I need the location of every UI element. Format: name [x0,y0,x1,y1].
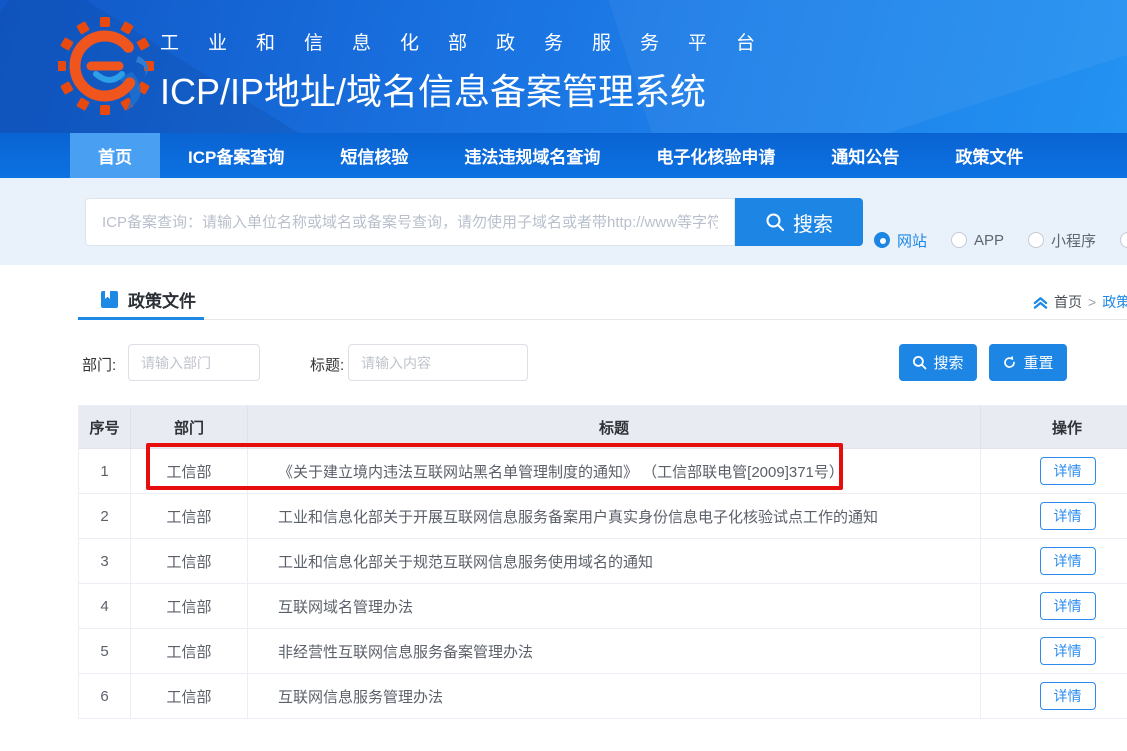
radio-label: 网站 [897,230,927,251]
header-dept: 部门 [131,406,248,448]
system-title: ICP/IP地址/域名信息备案管理系统 [160,63,784,115]
breadcrumb: 首页 > 政策文件 [1033,292,1127,312]
radio-icon [1028,232,1044,248]
row-action-cell: 详情 [981,539,1127,583]
row-index: 2 [79,494,131,538]
detail-button[interactable]: 详情 [1040,547,1096,575]
search-type-mini-program[interactable]: 小程序 [1028,230,1096,251]
nav-item-sms-verification[interactable]: 短信核验 [312,133,436,178]
row-action-cell: 详情 [981,584,1127,628]
section-active-underline [78,317,204,320]
row-index: 6 [79,674,131,718]
header-no: 序号 [79,406,131,448]
table-header-row: 序号 部门 标题 操作 [79,406,1127,449]
refresh-icon [1002,355,1017,370]
row-index: 5 [79,629,131,673]
filter-reset-label: 重置 [1023,352,1053,373]
nav-item-notices[interactable]: 通知公告 [803,133,927,178]
nav-item-e-verification-apply[interactable]: 电子化核验申请 [628,133,803,178]
radio-icon [874,232,890,248]
row-index: 1 [79,449,131,493]
row-action-cell: 详情 [981,494,1127,538]
home-icon [1033,295,1048,310]
table-row: 5 工信部 非经营性互联网信息服务备案管理办法 详情 [79,629,1127,674]
row-title: 互联网域名管理办法 [248,584,981,628]
nav-item-illegal-domain-query[interactable]: 违法违规域名查询 [436,133,628,178]
table-row: 2 工信部 工业和信息化部关于开展互联网信息服务备案用户真实身份信息电子化核验试… [79,494,1127,539]
row-index: 4 [79,584,131,628]
row-title: 工业和信息化部关于开展互联网信息服务备案用户真实身份信息电子化核验试点工作的通知 [248,494,981,538]
detail-button[interactable]: 详情 [1040,502,1096,530]
search-type-website[interactable]: 网站 [874,230,927,251]
row-title: 工业和信息化部关于规范互联网信息服务使用域名的通知 [248,539,981,583]
header-title: 标题 [248,406,981,448]
row-title: 非经营性互联网信息服务备案管理办法 [248,629,981,673]
magnifier-icon [912,355,927,370]
gear-e-logo-icon [58,16,158,116]
radio-label: 小程序 [1051,230,1096,251]
detail-button[interactable]: 详情 [1040,592,1096,620]
table-row: 1 工信部 《关于建立境内违法互联网站黑名单管理制度的通知》 （工信部联电管[2… [79,449,1127,494]
detail-button[interactable]: 详情 [1040,682,1096,710]
nav-item-policy-files[interactable]: 政策文件 [927,133,1051,178]
section-title: 政策文件 [128,287,196,312]
main-nav: 首页ICP备案查询短信核验违法违规域名查询电子化核验申请通知公告政策文件 [0,133,1127,178]
site-header: 工业和信息化部政务服务平台 ICP/IP地址/域名信息备案管理系统 [0,0,1127,133]
section-divider [78,319,1127,320]
radio-icon [951,232,967,248]
row-dept: 工信部 [131,674,248,718]
row-index: 3 [79,539,131,583]
table-row: 3 工信部 工业和信息化部关于规范互联网信息服务使用域名的通知 详情 [79,539,1127,584]
row-title: 互联网信息服务管理办法 [248,674,981,718]
breadcrumb-separator: > [1088,294,1096,310]
row-action-cell: 详情 [981,629,1127,673]
row-dept: 工信部 [131,539,248,583]
detail-button[interactable]: 详情 [1040,457,1096,485]
title-filter-input[interactable] [348,344,528,381]
filter-search-label: 搜索 [933,352,963,373]
search-type-radio-group: 网站 APP 小程序 快应用 [874,226,1127,254]
search-type-app[interactable]: APP [951,232,1004,249]
radio-icon [1120,232,1127,248]
filter-search-button[interactable]: 搜索 [899,344,977,381]
title-filter-label: 标题: [310,354,344,375]
filter-reset-button[interactable]: 重置 [989,344,1067,381]
nav-item-icp-record-query[interactable]: ICP备案查询 [160,133,312,178]
radio-label: APP [974,232,1004,249]
table-row: 6 工信部 互联网信息服务管理办法 详情 [79,674,1127,718]
breadcrumb-home-link[interactable]: 首页 [1054,292,1082,312]
book-icon [100,290,119,309]
row-dept: 工信部 [131,449,248,493]
row-action-cell: 详情 [981,674,1127,718]
row-dept: 工信部 [131,629,248,673]
dept-filter-label: 部门: [82,354,116,375]
breadcrumb-current[interactable]: 政策文件 [1102,292,1127,312]
policy-table: 序号 部门 标题 操作 1 工信部 《关于建立境内违法互联网站黑名单管理制度的通… [78,405,1127,719]
search-button-label: 搜索 [793,208,833,237]
platform-title: 工业和信息化部政务服务平台 [160,28,784,55]
icp-search-button[interactable]: 搜索 [735,198,863,246]
row-dept: 工信部 [131,584,248,628]
table-row: 4 工信部 互联网域名管理办法 详情 [79,584,1127,629]
icp-search-input[interactable] [85,198,735,246]
row-dept: 工信部 [131,494,248,538]
header-action: 操作 [981,406,1127,448]
search-type-quick-app[interactable]: 快应用 [1120,230,1127,251]
row-title: 《关于建立境内违法互联网站黑名单管理制度的通知》 （工信部联电管[2009]37… [248,449,981,493]
row-action-cell: 详情 [981,449,1127,493]
detail-button[interactable]: 详情 [1040,637,1096,665]
magnifier-icon [765,212,785,232]
dept-filter-input[interactable] [128,344,260,381]
nav-item-home[interactable]: 首页 [70,133,160,178]
